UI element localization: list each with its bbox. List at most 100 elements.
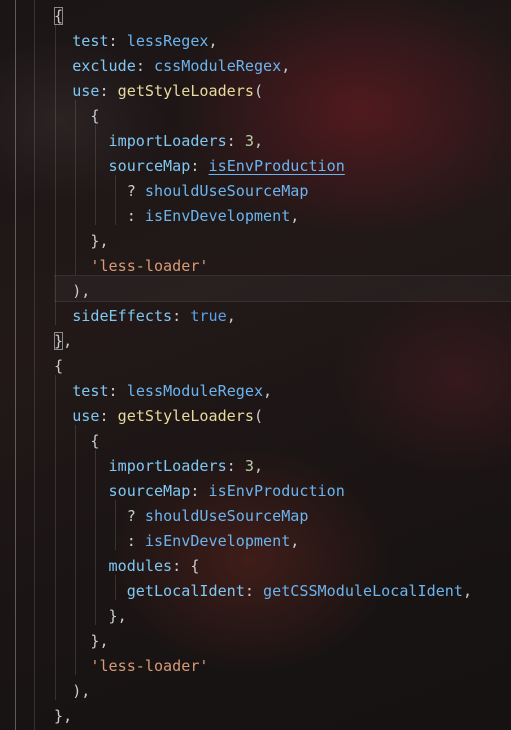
code-token-pun: : [135,57,154,75]
code-line[interactable]: ? shouldUseSourceMap [54,504,309,529]
code-token-pun: , [290,532,300,550]
code-line[interactable]: : isEnvDevelopment, [54,529,300,554]
code-token-pun: { [90,432,100,450]
code-token-var: shouldUseSourceMap [144,507,309,525]
code-line[interactable]: { [54,4,64,29]
code-token-prop: sourceMap [108,157,191,175]
code-line[interactable]: use: getStyleLoaders( [54,79,263,104]
code-token-pun: , [253,132,264,150]
code-token-prop: getLocalIdent [126,582,245,600]
code-line[interactable]: use: getStyleLoaders( [54,404,263,429]
code-token-pun: : [226,132,245,150]
code-token-pun: { [54,7,64,25]
code-line[interactable]: { [54,104,99,129]
code-line[interactable]: ), [54,279,90,304]
code-line[interactable]: 'less-loader' [54,654,209,679]
code-token-pun: , [253,457,264,475]
code-token-pun: ( [253,407,264,425]
code-token-str: 'less-loader' [90,257,209,275]
code-token-pun: : [172,307,191,325]
code-token-var: getCSSModuleLocalIdent [263,582,463,600]
code-token-pun: : [226,457,245,475]
code-line[interactable]: test: lessModuleRegex, [54,379,272,404]
code-line[interactable]: exclude: cssModuleRegex, [54,54,290,79]
code-token-pun: : [190,482,209,500]
code-line[interactable]: { [54,429,99,454]
code-line[interactable]: }, [54,229,109,254]
code-line[interactable]: modules: { [54,554,200,579]
code-token-prop: importLoaders [108,132,227,150]
code-line[interactable]: importLoaders: 3, [54,454,264,479]
code-token-pun: : [172,557,191,575]
code-line[interactable]: : isEnvDevelopment, [54,204,300,229]
code-token-num: 3 [244,457,254,475]
code-token-var: shouldUseSourceMap [144,182,309,200]
code-token-pun: }, [90,232,109,250]
code-token-pun: ), [72,282,91,300]
code-line[interactable]: }, [54,704,72,729]
code-token-var: isEnvDevelopment [144,532,291,550]
code-token-pun: { [54,357,64,375]
code-token-prop: use [72,82,100,100]
code-line[interactable]: 'less-loader' [54,254,209,279]
code-token-pun: , [462,582,473,600]
code-token-pun: { [190,557,200,575]
code-token-pun: : [108,382,127,400]
code-line[interactable]: importLoaders: 3, [54,129,264,154]
line-highlight [54,275,511,302]
code-token-prop: test [72,32,109,50]
code-line[interactable]: ? shouldUseSourceMap [54,179,309,204]
code-token-var: lessRegex [126,32,209,50]
code-line[interactable]: getLocalIdent: getCSSModuleLocalIdent, [54,579,472,604]
code-token-var[interactable]: isEnvProduction [209,157,345,175]
code-token-var: isEnvDevelopment [144,207,291,225]
code-token-str: 'less-loader' [90,657,209,675]
code-token-prop: importLoaders [108,457,227,475]
code-token-var: lessModuleRegex [126,382,264,400]
code-line[interactable]: test: lessRegex, [54,29,217,54]
code-token-pun: ? [126,507,145,525]
code-line[interactable]: ), [54,679,90,704]
code-token-kw: true [190,307,227,325]
code-line[interactable]: }, [54,604,127,629]
code-line[interactable]: }, [54,329,72,354]
code-token-fn: getStyleLoaders [117,82,254,100]
code-line[interactable]: { [54,354,63,379]
indent-guide [15,0,16,730]
code-token-pun: , [226,307,236,325]
code-token-prop: use [72,407,100,425]
code-token-pun: ? [126,182,145,200]
code-token-pun: , [281,57,291,75]
code-token-prop: modules [108,557,173,575]
code-token-pun: : [108,32,127,50]
code-token-prop: exclude [72,57,136,75]
code-token-pun: : [99,407,118,425]
code-token-pun: ( [253,82,264,100]
code-token-prop: sideEffects [72,307,173,325]
code-line[interactable]: sideEffects: true, [54,304,236,329]
code-token-var: isEnvProduction [208,482,345,500]
code-line[interactable]: sourceMap: isEnvProduction [54,479,345,504]
code-token-fn: getStyleLoaders [117,407,254,425]
code-token-pun: : [126,532,145,550]
code-token-pun: : [126,207,145,225]
code-line[interactable]: sourceMap: isEnvProduction [54,154,345,179]
code-line[interactable]: }, [54,629,108,654]
code-editor[interactable]: { test: lessRegex, exclude: cssModuleReg… [0,0,511,730]
